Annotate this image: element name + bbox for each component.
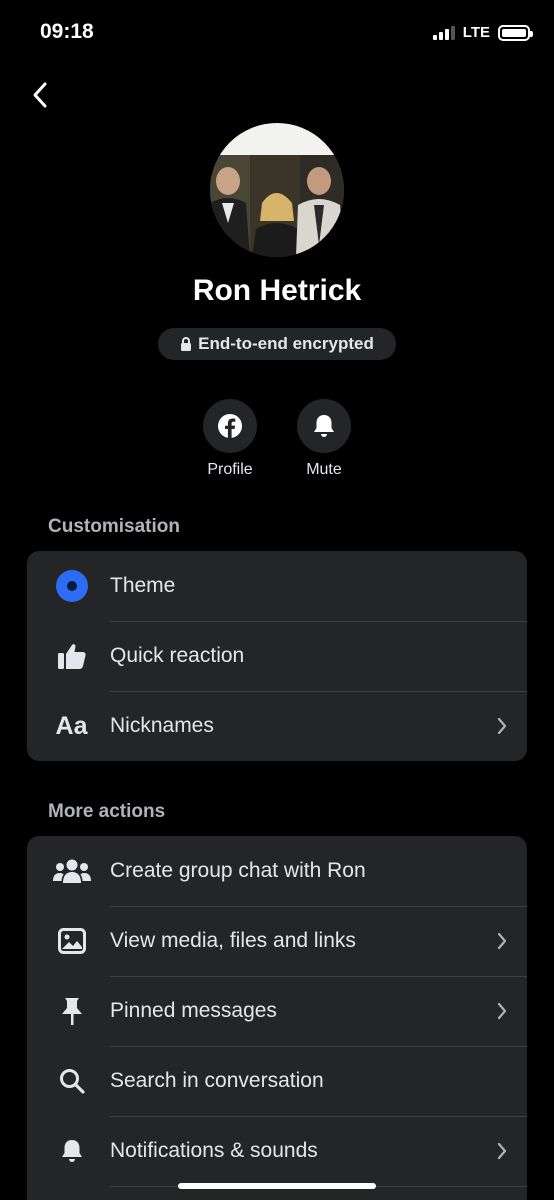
status-time: 09:18 (40, 20, 94, 43)
chevron-right-icon (477, 1141, 527, 1161)
battery-icon (498, 24, 533, 41)
group-icon (27, 858, 110, 884)
mute-action-label: Mute (306, 461, 342, 478)
aa-text-icon: Aa (27, 712, 110, 741)
back-button[interactable] (26, 78, 54, 112)
customisation-card: Theme Quick reaction Aa Nicknames (27, 551, 527, 761)
encryption-badge[interactable]: End-to-end encrypted (158, 328, 396, 360)
lock-icon (181, 337, 192, 351)
bell-icon (27, 1137, 110, 1165)
thumbs-up-icon (27, 642, 110, 670)
avatar-photo (210, 123, 344, 257)
status-indicators: LTE (432, 24, 533, 41)
chevron-left-icon (33, 82, 47, 108)
customisation-section-title: Customisation (48, 516, 180, 537)
mute-action-button[interactable]: Mute (284, 399, 364, 479)
notifications-label: Notifications & sounds (110, 1139, 318, 1162)
create-group-label: Create group chat with Ron (110, 859, 366, 882)
chevron-right-icon (477, 1001, 527, 1021)
profile-action-label: Profile (207, 461, 253, 478)
facebook-icon (218, 414, 242, 438)
view-media-row[interactable]: View media, files and links (27, 906, 527, 976)
pin-icon (27, 996, 110, 1026)
signal-icon (432, 25, 455, 40)
view-media-label: View media, files and links (110, 929, 356, 952)
home-indicator[interactable] (178, 1183, 376, 1189)
profile-name: Ron Hetrick (192, 274, 362, 307)
image-icon (27, 928, 110, 954)
quick-reaction-label: Quick reaction (110, 644, 245, 667)
encryption-label: End-to-end encrypted (198, 334, 374, 353)
aa-text-glyph: Aa (55, 711, 88, 740)
network-label: LTE (462, 24, 490, 41)
nicknames-label: Nicknames (110, 714, 214, 737)
more-actions-card: Create group chat with Ron View media, f… (27, 836, 527, 1200)
profile-action-button[interactable]: Profile (190, 399, 270, 479)
theme-icon (27, 569, 110, 603)
theme-label: Theme (110, 574, 176, 597)
bell-icon (314, 415, 334, 437)
pinned-messages-label: Pinned messages (110, 999, 277, 1022)
theme-row[interactable]: Theme (27, 551, 527, 621)
notifications-row[interactable]: Notifications & sounds (27, 1116, 527, 1186)
status-bar: 09:18 LTE (0, 0, 554, 66)
nicknames-row[interactable]: Aa Nicknames (27, 691, 527, 761)
profile-action-circle[interactable] (203, 399, 257, 453)
chevron-right-icon (477, 931, 527, 951)
search-conversation-row[interactable]: Search in conversation (27, 1046, 527, 1116)
more-actions-section-title: More actions (48, 801, 166, 822)
search-conversation-label: Search in conversation (110, 1069, 324, 1092)
search-icon (27, 1068, 110, 1094)
create-group-row[interactable]: Create group chat with Ron (27, 836, 527, 906)
quick-reaction-row[interactable]: Quick reaction (27, 621, 527, 691)
mute-action-circle[interactable] (297, 399, 351, 453)
avatar[interactable] (210, 123, 344, 257)
chevron-right-icon (477, 716, 527, 736)
pinned-messages-row[interactable]: Pinned messages (27, 976, 527, 1046)
